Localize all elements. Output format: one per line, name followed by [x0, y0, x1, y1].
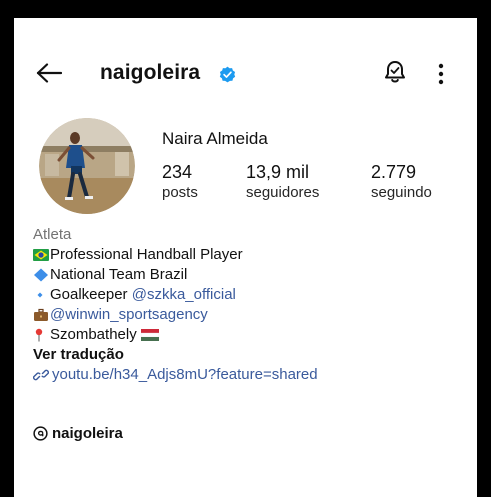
hungary-flag-icon	[140, 329, 159, 341]
bio-line: Goalkeeper @szkka_official	[33, 285, 463, 305]
bell-icon[interactable]	[383, 59, 407, 85]
category-label: Atleta	[33, 226, 72, 243]
more-vertical-icon[interactable]	[438, 63, 444, 85]
avatar[interactable]	[39, 118, 135, 214]
threads-icon	[33, 426, 48, 441]
arrow-left-icon[interactable]	[36, 63, 62, 83]
display-name: Naira Almeida	[162, 129, 268, 148]
posts-value: 234	[162, 162, 193, 182]
external-link[interactable]: youtu.be/h34_Adjs8mU?feature=shared	[33, 365, 463, 385]
profile-username: naigoleira	[100, 61, 201, 84]
bio-text: National Team Brazil	[50, 266, 188, 283]
mention-link[interactable]: @winwin_sportsagency	[50, 305, 208, 325]
external-link-text: youtu.be/h34_Adjs8mU?feature=shared	[52, 366, 318, 383]
blue-diamond-icon	[34, 268, 48, 282]
translate-button[interactable]: Ver tradução	[33, 345, 463, 365]
mention-link[interactable]: @szkka_official	[132, 285, 236, 305]
pin-icon	[35, 328, 43, 342]
followers-value: 13,9 mil	[246, 162, 310, 182]
bio-line: @winwin_sportsagency	[33, 305, 463, 325]
following-label: seguindo	[371, 184, 432, 201]
small-blue-diamond-icon	[37, 292, 43, 298]
threads-label: naigoleira	[52, 425, 123, 442]
followers-count[interactable]: 13,9 mil seguidores	[246, 161, 319, 203]
posts-label: posts	[162, 184, 198, 201]
followers-label: seguidores	[246, 184, 320, 201]
verified-badge-icon	[219, 66, 236, 83]
bio-line: Szombathely	[33, 325, 463, 345]
bio-text: Szombathely	[50, 326, 141, 343]
phone-frame: naigoleira Naira Almeida 234 posts 13,9 …	[0, 0, 491, 497]
link-icon	[33, 369, 49, 381]
following-count[interactable]: 2.779 seguindo	[371, 161, 432, 203]
brazil-flag-icon	[33, 249, 49, 261]
bio-line: National Team Brazil	[33, 265, 463, 285]
profile-bio: Atleta Professional Handball Player Nati…	[33, 225, 463, 385]
threads-badge[interactable]: naigoleira	[33, 425, 123, 442]
posts-count[interactable]: 234 posts	[162, 161, 198, 203]
following-value: 2.779	[371, 162, 417, 182]
profile-screen: naigoleira Naira Almeida 234 posts 13,9 …	[14, 18, 477, 497]
bio-text: Professional Handball Player	[50, 246, 243, 263]
briefcase-icon	[34, 308, 48, 321]
bio-text: Goalkeeper	[50, 286, 132, 303]
bio-line: Professional Handball Player	[33, 245, 463, 265]
